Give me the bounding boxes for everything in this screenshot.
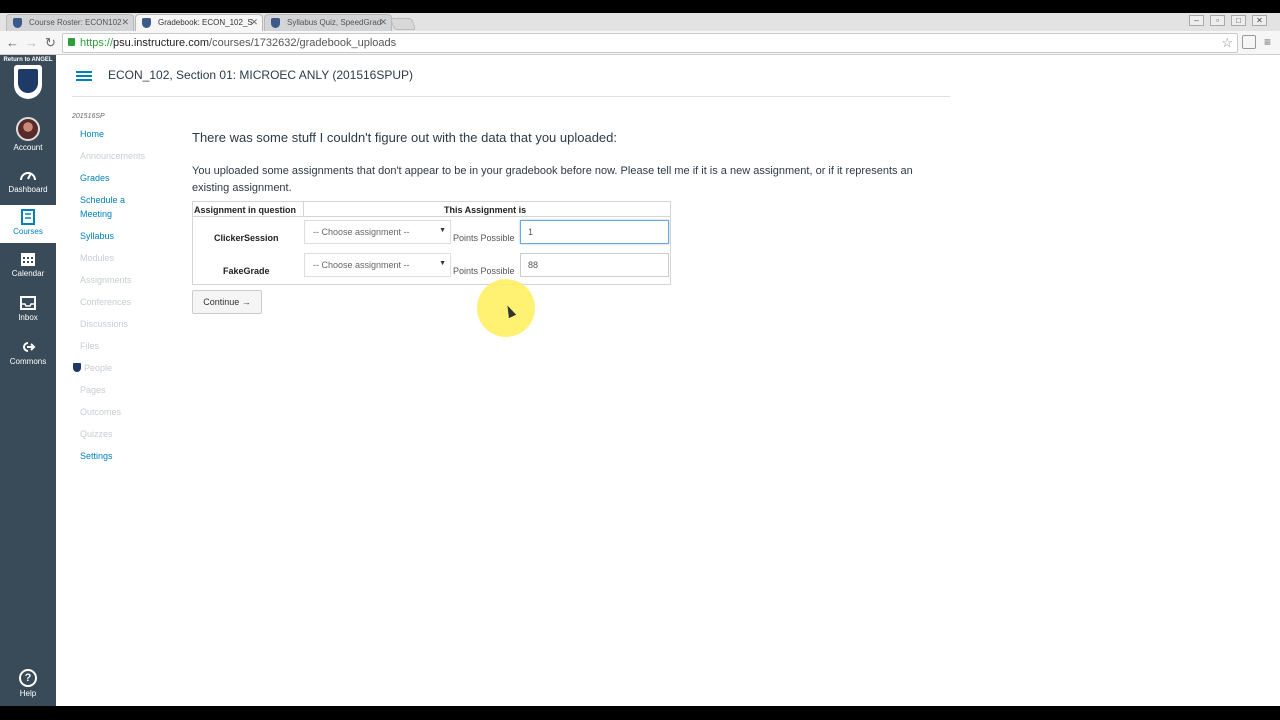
global-nav-calendar[interactable]: Calendar [0, 251, 56, 285]
avatar [16, 117, 40, 141]
global-nav-label: Help [19, 689, 37, 698]
header-divider [72, 96, 950, 97]
chevron-down-icon: ▼ [439, 227, 446, 234]
course-nav-conferences[interactable]: Conferences [80, 295, 150, 309]
course-nav-schedule-meeting[interactable]: Schedule a Meeting [80, 193, 150, 221]
global-nav-label: Courses [13, 227, 43, 236]
menu-icon[interactable]: ≡ [1264, 35, 1271, 49]
course-nav-pages[interactable]: Pages [80, 383, 150, 397]
points-possible-input[interactable]: 88 [520, 253, 669, 277]
new-tab-button[interactable] [389, 18, 417, 30]
continue-button[interactable]: Continue → [192, 290, 262, 314]
global-nav-commons[interactable]: Commons [0, 339, 56, 369]
course-nav-discussions[interactable]: Discussions [80, 317, 150, 331]
global-nav-account[interactable]: Account [0, 117, 56, 155]
select-value: -- Choose assignment -- [313, 260, 410, 270]
address-bar: ← → ↻ https://psu.instructure.com/course… [0, 31, 1280, 55]
global-nav-dashboard[interactable]: Dashboard [0, 167, 56, 201]
term-label: 201516SP [72, 113, 105, 120]
points-possible-label: Points Possible [453, 266, 515, 276]
close-window-icon[interactable]: ✕ [1252, 15, 1267, 26]
tab-title: Course Roster: ECON102 [29, 18, 122, 27]
assignment-mapping-table: Assignment in question This Assignment i… [192, 201, 671, 285]
global-nav-label: Commons [9, 357, 47, 366]
tab-title: Gradebook: ECON_102_S [158, 18, 253, 27]
browser-tab-active[interactable]: Gradebook: ECON_102_S ✕ [135, 14, 263, 31]
points-possible-label: Points Possible [453, 233, 515, 243]
logo-label: Return to ANGEL [3, 57, 53, 63]
psu-shield-icon [73, 363, 81, 372]
column-header-this-assignment-is: This Assignment is [444, 205, 527, 215]
dashboard-icon [20, 172, 36, 181]
course-nav-files[interactable]: Files [80, 339, 150, 353]
global-nav-label: Inbox [18, 313, 38, 322]
close-icon[interactable]: ✕ [121, 17, 129, 28]
browser-tab[interactable]: Syllabus Quiz, SpeedGrad ✕ [264, 14, 392, 31]
global-nav-help[interactable]: ? Help [0, 669, 56, 701]
url-host: psu.instructure.com [113, 37, 210, 49]
course-nav-people[interactable]: People [84, 361, 154, 375]
maximize-icon[interactable]: □ [1231, 15, 1246, 26]
assignment-name: ClickerSession [214, 233, 279, 243]
choose-assignment-select[interactable]: -- Choose assignment -- ▼ [304, 220, 451, 244]
browser-tab-bar: Course Roster: ECON102 ✕ Gradebook: ECON… [0, 13, 1280, 31]
canvas-favicon-icon [142, 18, 151, 28]
choose-assignment-select[interactable]: -- Choose assignment -- ▼ [304, 253, 451, 277]
extension-icon[interactable] [1242, 35, 1256, 49]
canvas-page: Return to ANGEL Account Dashboard Course… [0, 55, 1280, 706]
lock-icon [68, 38, 75, 46]
back-arrow-icon[interactable]: ← [6, 35, 19, 50]
course-nav-modules[interactable]: Modules [80, 251, 150, 265]
calendar-icon [21, 253, 35, 266]
forward-arrow-icon[interactable]: → [25, 35, 38, 50]
global-nav-label: Account [13, 143, 43, 152]
page-title: There was some stuff I couldn't figure o… [192, 130, 618, 145]
course-nav-grades[interactable]: Grades [80, 171, 150, 185]
column-header-assignment: Assignment in question [194, 205, 297, 215]
reload-icon[interactable]: ↻ [45, 35, 56, 51]
url-path: /courses/1732632/gradebook_uploads [209, 37, 397, 49]
psu-shield-icon [14, 65, 42, 99]
global-nav: Return to ANGEL Account Dashboard Course… [0, 55, 56, 706]
inbox-icon [20, 296, 36, 310]
course-nav-outcomes[interactable]: Outcomes [80, 405, 150, 419]
course-nav-home[interactable]: Home [80, 127, 150, 141]
course-nav-syllabus[interactable]: Syllabus [80, 229, 150, 243]
canvas-favicon-icon [13, 18, 22, 28]
close-icon[interactable]: ✕ [250, 17, 258, 28]
select-value: -- Choose assignment -- [313, 227, 410, 237]
global-nav-courses[interactable]: Courses [0, 205, 56, 243]
breadcrumb[interactable]: ECON_102, Section 01: MICROEC ANLY (2015… [108, 68, 413, 82]
course-nav-assignments[interactable]: Assignments [80, 273, 150, 287]
return-to-angel-link[interactable]: Return to ANGEL [0, 57, 56, 99]
global-nav-label: Dashboard [8, 185, 48, 194]
url-scheme: https:// [80, 37, 114, 49]
course-nav-quizzes[interactable]: Quizzes [80, 427, 150, 441]
tab-title: Syllabus Quiz, SpeedGrad [287, 18, 382, 27]
browser-tab[interactable]: Course Roster: ECON102 ✕ [6, 14, 134, 31]
header-rule [193, 216, 670, 217]
minimize-icon[interactable]: – [1189, 15, 1204, 26]
hamburger-menu-icon[interactable] [76, 71, 92, 81]
help-icon: ? [19, 669, 37, 687]
restore-icon[interactable]: ▫ [1210, 15, 1225, 26]
close-icon[interactable]: ✕ [379, 17, 387, 28]
assignment-name: FakeGrade [223, 266, 270, 276]
global-nav-inbox[interactable]: Inbox [0, 295, 56, 329]
upload-description: You uploaded some assignments that don't… [192, 165, 913, 194]
points-possible-input[interactable]: 1 [520, 220, 669, 244]
header-divider [303, 202, 304, 216]
course-nav-settings[interactable]: Settings [80, 449, 150, 463]
courses-icon [21, 209, 35, 225]
chevron-down-icon: ▼ [439, 260, 446, 267]
course-nav-announcements[interactable]: Announcements [80, 149, 150, 163]
global-nav-label: Calendar [11, 269, 45, 278]
bookmark-star-icon[interactable]: ☆ [1221, 34, 1233, 52]
url-field[interactable]: https://psu.instructure.com/courses/1732… [62, 33, 1238, 53]
commons-icon [23, 342, 36, 352]
canvas-favicon-icon [271, 18, 280, 28]
